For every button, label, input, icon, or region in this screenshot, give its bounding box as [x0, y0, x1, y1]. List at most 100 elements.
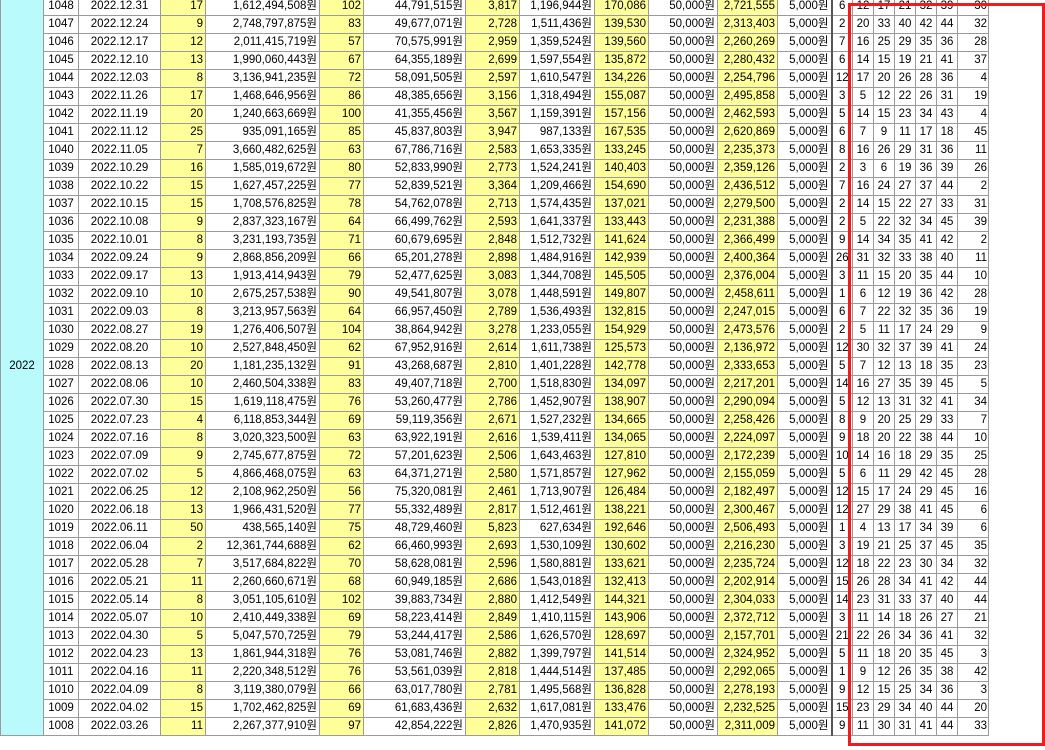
cell-fifth-prize-winners[interactable]: 2,300,467	[717, 501, 778, 520]
cell-bonus-number[interactable]: 11	[957, 141, 989, 160]
cell-fifth-prize-winners[interactable]: 2,292,065	[717, 663, 778, 682]
cell-draw-date[interactable]: 2022.10.08	[78, 213, 161, 232]
cell-third-prize-amount[interactable]: 1,444,514원	[519, 663, 595, 682]
cell-winning-number[interactable]: 42	[915, 465, 937, 484]
cell-third-prize-winners[interactable]: 2,849	[465, 609, 520, 628]
cell-second-prize-amount[interactable]: 45,837,803원	[363, 123, 466, 142]
cell-fifth-prize-amount[interactable]: 5,000원	[777, 0, 832, 16]
cell-third-prize-amount[interactable]: 1,713,907원	[519, 483, 595, 502]
cell-bonus-number[interactable]: 4	[957, 69, 989, 88]
cell-winning-number[interactable]: 32	[873, 339, 895, 358]
cell-second-prize-amount[interactable]: 59,119,356원	[363, 411, 466, 430]
cell-fifth-prize-amount[interactable]: 5,000원	[777, 267, 832, 286]
cell-winning-number[interactable]: 37	[915, 591, 937, 610]
cell-fourth-prize-amount[interactable]: 50,000원	[648, 33, 718, 52]
cell-first-prize-amount[interactable]: 3,660,482,625원	[205, 141, 320, 160]
cell-fifth-prize-winners[interactable]: 2,231,388	[717, 213, 778, 232]
cell-bonus-number[interactable]: 24	[957, 339, 989, 358]
cell-winning-number[interactable]: 19	[894, 51, 916, 70]
cell-fourth-prize-winners[interactable]: 135,872	[594, 51, 649, 70]
cell-fifth-prize-amount[interactable]: 5,000원	[777, 357, 832, 376]
cell-third-prize-winners[interactable]: 2,461	[465, 483, 520, 502]
cell-draw-date[interactable]: 2022.07.30	[78, 393, 161, 412]
cell-first-prize-winners[interactable]: 7	[160, 141, 206, 160]
cell-fifth-prize-amount[interactable]: 5,000원	[777, 537, 832, 556]
cell-winning-number[interactable]: 39	[915, 339, 937, 358]
cell-round[interactable]: 1012	[43, 645, 79, 664]
cell-winning-number[interactable]: 20	[852, 15, 874, 34]
cell-fourth-prize-winners[interactable]: 141,624	[594, 231, 649, 250]
cell-first-prize-winners[interactable]: 2	[160, 537, 206, 556]
cell-fifth-prize-winners[interactable]: 2,217,201	[717, 375, 778, 394]
cell-first-prize-winners[interactable]: 8	[160, 303, 206, 322]
cell-second-prize-amount[interactable]: 58,223,414원	[363, 609, 466, 628]
cell-draw-date[interactable]: 2022.11.12	[78, 123, 161, 142]
cell-third-prize-winners[interactable]: 2,817	[465, 501, 520, 520]
cell-winning-number[interactable]: 35	[915, 645, 937, 664]
cell-fourth-prize-winners[interactable]: 134,226	[594, 69, 649, 88]
cell-winning-number[interactable]: 15	[873, 51, 895, 70]
cell-winning-number[interactable]: 15	[830, 699, 853, 718]
cell-winning-number[interactable]: 11	[852, 645, 874, 664]
cell-fifth-prize-amount[interactable]: 5,000원	[777, 249, 832, 268]
cell-fourth-prize-amount[interactable]: 50,000원	[648, 321, 718, 340]
cell-winning-number[interactable]: 39	[936, 519, 958, 538]
cell-draw-date[interactable]: 2022.05.07	[78, 609, 161, 628]
cell-third-prize-winners[interactable]: 2,882	[465, 645, 520, 664]
cell-winning-number[interactable]: 15	[873, 105, 895, 124]
cell-winning-number[interactable]: 35	[936, 357, 958, 376]
cell-second-prize-winners[interactable]: 77	[319, 177, 364, 196]
cell-fourth-prize-winners[interactable]: 133,621	[594, 555, 649, 574]
cell-winning-number[interactable]: 25	[894, 681, 916, 700]
cell-winning-number[interactable]: 35	[894, 375, 916, 394]
cell-fourth-prize-amount[interactable]: 50,000원	[648, 447, 718, 466]
cell-winning-number[interactable]: 1	[830, 663, 853, 682]
cell-draw-date[interactable]: 2022.09.17	[78, 267, 161, 286]
cell-winning-number[interactable]: 41	[936, 393, 958, 412]
cell-fifth-prize-amount[interactable]: 5,000원	[777, 519, 832, 538]
cell-winning-number[interactable]: 31	[894, 717, 916, 736]
cell-winning-number[interactable]: 44	[936, 15, 958, 34]
cell-winning-number[interactable]: 29	[894, 465, 916, 484]
cell-winning-number[interactable]: 34	[915, 519, 937, 538]
cell-third-prize-winners[interactable]: 2,693	[465, 537, 520, 556]
cell-winning-number[interactable]: 21	[830, 627, 853, 646]
cell-fourth-prize-winners[interactable]: 132,815	[594, 303, 649, 322]
cell-fourth-prize-winners[interactable]: 126,484	[594, 483, 649, 502]
cell-first-prize-winners[interactable]: 20	[160, 105, 206, 124]
cell-winning-number[interactable]: 6	[873, 159, 895, 178]
cell-winning-number[interactable]: 2	[830, 15, 853, 34]
cell-fourth-prize-winners[interactable]: 149,807	[594, 285, 649, 304]
cell-winning-number[interactable]: 29	[936, 321, 958, 340]
cell-third-prize-amount[interactable]: 1,643,463원	[519, 447, 595, 466]
cell-winning-number[interactable]: 41	[915, 231, 937, 250]
cell-winning-number[interactable]: 34	[873, 231, 895, 250]
cell-round[interactable]: 1011	[43, 663, 79, 682]
cell-fifth-prize-amount[interactable]: 5,000원	[777, 69, 832, 88]
cell-fifth-prize-winners[interactable]: 2,721,555	[717, 0, 778, 16]
cell-winning-number[interactable]: 45	[936, 375, 958, 394]
cell-third-prize-amount[interactable]: 1,617,081원	[519, 699, 595, 718]
cell-fifth-prize-amount[interactable]: 5,000원	[777, 447, 832, 466]
cell-winning-number[interactable]: 6	[830, 123, 853, 142]
cell-bonus-number[interactable]: 2	[957, 231, 989, 250]
cell-winning-number[interactable]: 3	[830, 609, 853, 628]
cell-winning-number[interactable]: 38	[915, 249, 937, 268]
cell-round[interactable]: 1021	[43, 483, 79, 502]
cell-second-prize-amount[interactable]: 64,355,189원	[363, 51, 466, 70]
cell-second-prize-winners[interactable]: 72	[319, 447, 364, 466]
cell-first-prize-winners[interactable]: 11	[160, 663, 206, 682]
cell-draw-date[interactable]: 2022.06.04	[78, 537, 161, 556]
cell-second-prize-winners[interactable]: 80	[319, 159, 364, 178]
cell-first-prize-amount[interactable]: 1,990,060,443원	[205, 51, 320, 70]
cell-winning-number[interactable]: 6	[830, 0, 853, 16]
cell-round[interactable]: 1042	[43, 105, 79, 124]
cell-second-prize-winners[interactable]: 57	[319, 33, 364, 52]
cell-fifth-prize-amount[interactable]: 5,000원	[777, 285, 832, 304]
cell-first-prize-amount[interactable]: 1,585,019,672원	[205, 159, 320, 178]
cell-third-prize-winners[interactable]: 3,156	[465, 87, 520, 106]
cell-winning-number[interactable]: 30	[852, 339, 874, 358]
cell-first-prize-amount[interactable]: 2,267,377,910원	[205, 717, 320, 736]
cell-fourth-prize-winners[interactable]: 125,573	[594, 339, 649, 358]
cell-third-prize-winners[interactable]: 3,278	[465, 321, 520, 340]
